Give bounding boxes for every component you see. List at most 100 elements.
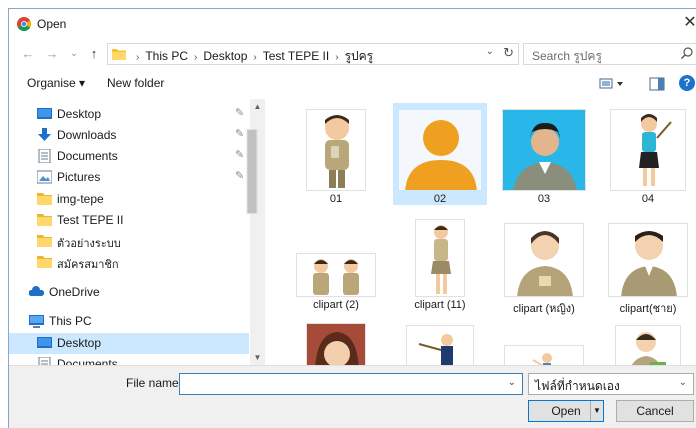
window-title: Open (37, 17, 67, 31)
sidebar-item-desktop-selected[interactable]: Desktop (9, 333, 249, 354)
forward-arrow-icon[interactable]: → (43, 45, 61, 63)
breadcrumb-desktop[interactable]: Desktop (203, 49, 247, 63)
open-dropdown-icon[interactable]: ▼ (590, 401, 603, 421)
sidebar-item-label: OneDrive (49, 285, 100, 299)
search-icon (681, 47, 693, 59)
folder-icon (37, 214, 52, 226)
thumbnail-woman-standing (415, 219, 465, 297)
scrollbar-thumb[interactable] (246, 129, 258, 214)
man-portrait-icon (503, 110, 585, 190)
sidebar-item-downloads[interactable]: Downloads ✎ (9, 125, 249, 146)
document-icon (38, 357, 51, 365)
file-item-02[interactable]: 02 (393, 103, 487, 205)
sidebar-item-label: Desktop (57, 336, 102, 350)
pin-icon: ✎ (235, 107, 245, 119)
new-folder-button[interactable]: New folder (107, 76, 164, 90)
file-item-clipart-2[interactable]: clipart (2) (289, 215, 383, 317)
folder-icon (112, 49, 126, 60)
sidebar-item-label: Pictures (57, 170, 101, 184)
thumbnail-man-presenting (504, 345, 584, 365)
file-name: clipart (หญิง) (513, 303, 575, 315)
recent-locations-icon[interactable]: ⌄ (65, 45, 83, 63)
sidebar-item-label: Documents (57, 357, 118, 365)
back-arrow-icon[interactable]: ← (19, 45, 37, 63)
file-item-01[interactable]: 01 (289, 103, 383, 205)
desktop-icon (37, 337, 52, 348)
breadcrumb-separator: › (136, 52, 140, 63)
preview-pane-icon[interactable] (649, 77, 665, 91)
sidebar-item-sample-system[interactable]: ตัวอย่างระบบ (9, 231, 249, 252)
pictures-icon (37, 170, 52, 184)
file-item-woman-reading[interactable] (601, 319, 695, 365)
folder-icon (37, 193, 52, 205)
help-icon[interactable]: ? (679, 75, 695, 91)
chevron-down-icon[interactable]: ⌄ (486, 46, 494, 57)
thumbnail-woman-photo (306, 323, 366, 365)
sidebar-item-img-tepe[interactable]: img-tepe (9, 189, 249, 210)
breadcrumb-separator: › (253, 52, 257, 63)
two-teachers-icon (313, 259, 359, 295)
chevron-down-icon[interactable]: ⌄ (508, 377, 516, 388)
computer-icon (29, 315, 44, 328)
sidebar-item-label: ตัวอย่างระบบ (57, 238, 121, 250)
folder-icon (37, 256, 52, 268)
file-item-man-presenting[interactable] (497, 319, 591, 365)
desktop-icon (37, 108, 52, 119)
open-button[interactable]: Open ▼ (528, 400, 604, 422)
file-type-select[interactable]: ไฟล์ที่กำหนดเอง ⌄ (528, 373, 694, 395)
sidebar-item-label: img-tepe (57, 192, 104, 206)
sidebar-item-label: สมัครสมาชิก (57, 259, 119, 271)
cancel-button[interactable]: Cancel (616, 400, 694, 422)
sidebar-item-register[interactable]: สมัครสมาชิก (9, 252, 249, 273)
file-name: 04 (641, 193, 655, 205)
file-item-03[interactable]: 03 (497, 103, 591, 205)
scroll-up-icon[interactable]: ▲ (250, 99, 265, 114)
scroll-down-icon[interactable]: ▼ (250, 350, 265, 365)
address-bar[interactable]: › This PC › Desktop › Test TEPE II › รูปครู ⌄ ↻ (107, 43, 519, 65)
file-name: 01 (329, 193, 343, 205)
refresh-icon[interactable]: ↻ (503, 45, 514, 61)
file-name-input[interactable]: ⌄ (179, 373, 523, 395)
man-presenting-icon (532, 353, 552, 365)
person-silhouette-icon (399, 110, 481, 190)
navigation-scrollbar[interactable]: ▲ ▼ (246, 99, 265, 365)
file-item-clipart-man[interactable]: clipart(ชาย) (601, 215, 695, 317)
thumbnail-woman-reading (615, 325, 681, 365)
folder-icon (37, 235, 52, 247)
file-item-woman-photo[interactable] (289, 319, 383, 365)
file-item-clipart-woman[interactable]: clipart (หญิง) (497, 215, 591, 317)
address-row: ← → ⌄ ↑ › This PC › Desktop › Test TEPE II › รู… (9, 41, 696, 67)
title-bar: Open ✕ (9, 9, 696, 39)
up-arrow-icon[interactable]: ↑ (85, 45, 103, 63)
thumbnail-man-teacher (608, 223, 688, 297)
woman-teacher-icon (517, 231, 573, 296)
sidebar-item-documents-2[interactable]: Documents (9, 354, 249, 365)
breadcrumb-current[interactable]: รูปครู (345, 49, 374, 63)
search-placeholder: Search รูปครู (532, 49, 602, 63)
breadcrumb-this-pc[interactable]: This PC (145, 49, 188, 63)
file-list: 01 02 03 04 clipart (2) clipart (11) cli… (267, 99, 696, 365)
file-item-04[interactable]: 04 (601, 103, 695, 205)
change-view-icon[interactable] (599, 77, 625, 91)
sidebar-item-test-tepe[interactable]: Test TEPE II (9, 210, 249, 231)
chevron-down-icon[interactable]: ⌄ (679, 377, 687, 388)
file-name: 03 (537, 193, 551, 205)
sidebar-item-label: Documents (57, 149, 118, 163)
sidebar-item-this-pc[interactable]: This PC (9, 311, 249, 332)
chrome-icon (17, 17, 31, 31)
breadcrumb-separator: › (335, 52, 339, 63)
file-item-man-pointing[interactable] (393, 319, 487, 365)
search-box[interactable]: Search รูปครู (523, 43, 696, 65)
sidebar-item-pictures[interactable]: Pictures ✎ (9, 167, 249, 188)
sidebar-item-label: Downloads (57, 128, 117, 142)
sidebar-item-onedrive[interactable]: OneDrive (9, 282, 249, 303)
breadcrumb-test-tepe[interactable]: Test TEPE II (263, 49, 329, 63)
woman-reading-icon (631, 332, 666, 365)
close-icon[interactable]: ✕ (683, 13, 696, 33)
sidebar-item-desktop[interactable]: Desktop ✎ (9, 104, 249, 125)
thumbnail-silhouette (398, 109, 482, 191)
sidebar-item-documents[interactable]: Documents ✎ (9, 146, 249, 167)
file-item-clipart-11[interactable]: clipart (11) (393, 215, 487, 317)
organise-menu[interactable]: Organise ▾ (27, 76, 85, 90)
woman-photo-icon (307, 324, 365, 365)
